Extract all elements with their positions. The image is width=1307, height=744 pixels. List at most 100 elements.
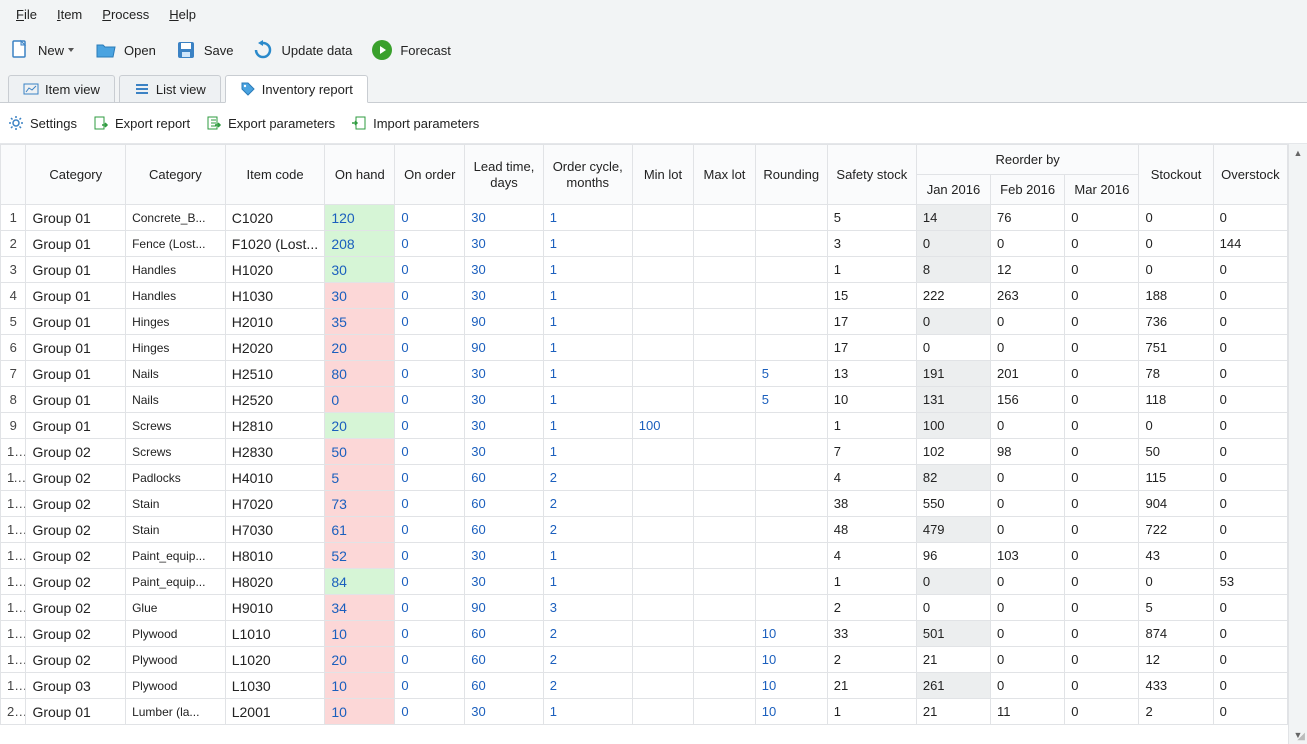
cell-mar[interactable]: 0 xyxy=(1065,621,1139,647)
cell-item-code[interactable]: F1020 (Lost... xyxy=(225,231,325,257)
col-lead-time[interactable]: Lead time, days xyxy=(465,145,543,205)
cell-category-1[interactable]: Group 01 xyxy=(26,231,126,257)
cell-order-cycle[interactable]: 1 xyxy=(543,569,632,595)
cell-item-code[interactable]: H2830 xyxy=(225,439,325,465)
col-on-order[interactable]: On order xyxy=(395,145,465,205)
cell-max-lot[interactable] xyxy=(694,335,755,361)
cell-category-2[interactable]: Plywood xyxy=(126,621,226,647)
cell-min-lot[interactable]: 100 xyxy=(632,413,693,439)
cell-overstock[interactable]: 53 xyxy=(1213,569,1287,595)
cell-item-code[interactable]: L1010 xyxy=(225,621,325,647)
cell-lead-time[interactable]: 30 xyxy=(465,257,543,283)
cell-on-hand[interactable]: 73 xyxy=(325,491,395,517)
cell-category-1[interactable]: Group 02 xyxy=(26,465,126,491)
cell-on-hand[interactable]: 208 xyxy=(325,231,395,257)
cell-jan[interactable]: 261 xyxy=(916,673,990,699)
cell-feb[interactable]: 156 xyxy=(991,387,1065,413)
forecast-button[interactable]: Forecast xyxy=(370,38,451,62)
cell-category-2[interactable]: Concrete_B... xyxy=(126,205,226,231)
cell-feb[interactable]: 0 xyxy=(991,413,1065,439)
cell-stockout[interactable]: 736 xyxy=(1139,309,1213,335)
cell-min-lot[interactable] xyxy=(632,465,693,491)
cell-feb[interactable]: 0 xyxy=(991,673,1065,699)
cell-order-cycle[interactable]: 2 xyxy=(543,465,632,491)
cell-feb[interactable]: 76 xyxy=(991,205,1065,231)
cell-category-1[interactable]: Group 02 xyxy=(26,647,126,673)
cell-rounding[interactable] xyxy=(755,283,827,309)
cell-max-lot[interactable] xyxy=(694,569,755,595)
cell-on-order[interactable]: 0 xyxy=(395,309,465,335)
cell-rownum[interactable]: 6 xyxy=(1,335,26,361)
vertical-scrollbar[interactable]: ▲ ▼ xyxy=(1288,144,1307,744)
cell-on-hand[interactable]: 10 xyxy=(325,699,395,725)
cell-feb[interactable]: 263 xyxy=(991,283,1065,309)
table-row[interactable]: 18Group 02PlywoodL10202006021022100120 xyxy=(1,647,1288,673)
cell-safety-stock[interactable]: 38 xyxy=(827,491,916,517)
cell-on-order[interactable]: 0 xyxy=(395,387,465,413)
cell-rownum[interactable]: 3 xyxy=(1,257,26,283)
cell-stockout[interactable]: 43 xyxy=(1139,543,1213,569)
cell-lead-time[interactable]: 60 xyxy=(465,647,543,673)
cell-safety-stock[interactable]: 48 xyxy=(827,517,916,543)
cell-mar[interactable]: 0 xyxy=(1065,439,1139,465)
cell-category-2[interactable]: Lumber (la... xyxy=(126,699,226,725)
cell-overstock[interactable]: 0 xyxy=(1213,309,1287,335)
cell-min-lot[interactable] xyxy=(632,647,693,673)
cell-on-hand[interactable]: 30 xyxy=(325,283,395,309)
cell-lead-time[interactable]: 30 xyxy=(465,699,543,725)
cell-on-order[interactable]: 0 xyxy=(395,621,465,647)
cell-max-lot[interactable] xyxy=(694,595,755,621)
cell-order-cycle[interactable]: 1 xyxy=(543,309,632,335)
cell-order-cycle[interactable]: 1 xyxy=(543,543,632,569)
inventory-grid[interactable]: Category Category Item code On hand On o… xyxy=(0,144,1288,744)
table-row[interactable]: 17Group 02PlywoodL1010100602103350100874… xyxy=(1,621,1288,647)
tab-item-view[interactable]: Item view xyxy=(8,75,115,102)
cell-category-2[interactable]: Nails xyxy=(126,361,226,387)
cell-stockout[interactable]: 115 xyxy=(1139,465,1213,491)
cell-lead-time[interactable]: 90 xyxy=(465,595,543,621)
cell-rounding[interactable] xyxy=(755,569,827,595)
cell-max-lot[interactable] xyxy=(694,543,755,569)
cell-jan[interactable]: 8 xyxy=(916,257,990,283)
cell-overstock[interactable]: 0 xyxy=(1213,595,1287,621)
cell-overstock[interactable]: 0 xyxy=(1213,621,1287,647)
cell-feb[interactable]: 0 xyxy=(991,491,1065,517)
cell-mar[interactable]: 0 xyxy=(1065,517,1139,543)
cell-rownum[interactable]: 8 xyxy=(1,387,26,413)
cell-rounding[interactable] xyxy=(755,595,827,621)
cell-max-lot[interactable] xyxy=(694,205,755,231)
table-row[interactable]: 3Group 01HandlesH10203003011812000 xyxy=(1,257,1288,283)
cell-jan[interactable]: 21 xyxy=(916,647,990,673)
cell-overstock[interactable]: 0 xyxy=(1213,699,1287,725)
col-category-1[interactable]: Category xyxy=(26,145,126,205)
scroll-up-icon[interactable]: ▲ xyxy=(1289,144,1307,162)
cell-category-1[interactable]: Group 01 xyxy=(26,335,126,361)
cell-item-code[interactable]: H2020 xyxy=(225,335,325,361)
cell-overstock[interactable]: 0 xyxy=(1213,335,1287,361)
cell-category-2[interactable]: Hinges xyxy=(126,335,226,361)
cell-feb[interactable]: 0 xyxy=(991,569,1065,595)
cell-rounding[interactable]: 10 xyxy=(755,699,827,725)
cell-stockout[interactable]: 904 xyxy=(1139,491,1213,517)
cell-on-order[interactable]: 0 xyxy=(395,335,465,361)
cell-min-lot[interactable] xyxy=(632,569,693,595)
cell-min-lot[interactable] xyxy=(632,673,693,699)
cell-min-lot[interactable] xyxy=(632,491,693,517)
tab-list-view[interactable]: List view xyxy=(119,75,221,102)
export-report-button[interactable]: Export report xyxy=(93,115,190,131)
cell-on-hand[interactable]: 34 xyxy=(325,595,395,621)
cell-category-2[interactable]: Nails xyxy=(126,387,226,413)
cell-order-cycle[interactable]: 2 xyxy=(543,621,632,647)
table-row[interactable]: 5Group 01HingesH2010350901170007360 xyxy=(1,309,1288,335)
cell-category-1[interactable]: Group 01 xyxy=(26,309,126,335)
cell-safety-stock[interactable]: 13 xyxy=(827,361,916,387)
cell-safety-stock[interactable]: 4 xyxy=(827,543,916,569)
cell-lead-time[interactable]: 30 xyxy=(465,439,543,465)
cell-on-hand[interactable]: 0 xyxy=(325,387,395,413)
menu-item[interactable]: Item xyxy=(47,5,92,24)
cell-overstock[interactable]: 0 xyxy=(1213,205,1287,231)
cell-on-order[interactable]: 0 xyxy=(395,543,465,569)
cell-item-code[interactable]: H2010 xyxy=(225,309,325,335)
cell-safety-stock[interactable]: 33 xyxy=(827,621,916,647)
cell-max-lot[interactable] xyxy=(694,257,755,283)
